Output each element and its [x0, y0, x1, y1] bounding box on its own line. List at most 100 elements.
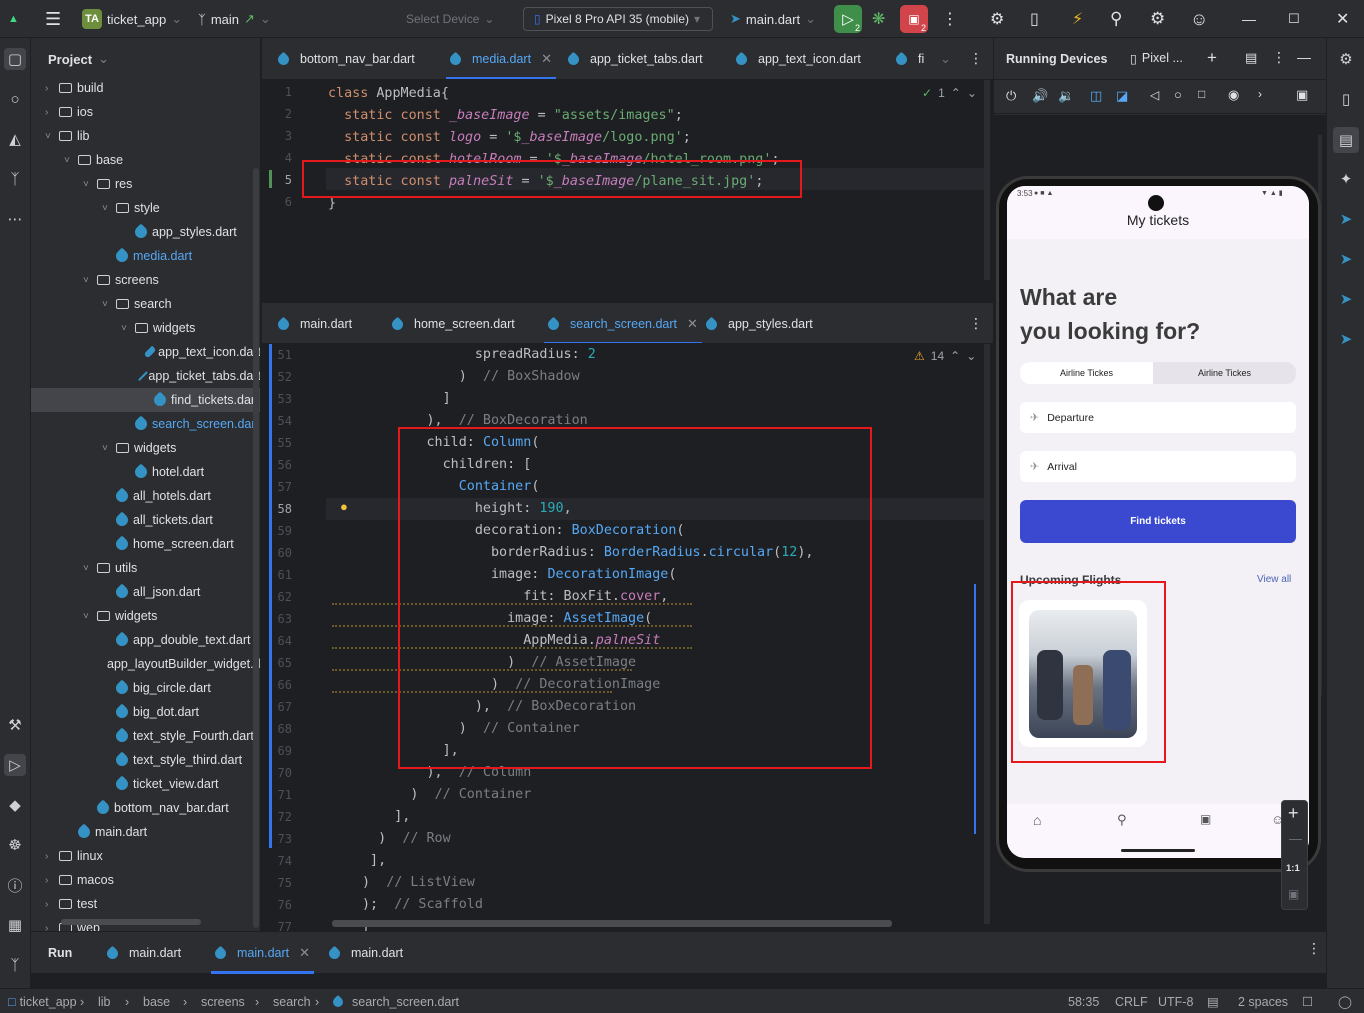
tree-folder[interactable]: ˅ widgets [31, 604, 260, 628]
pull-requests-icon[interactable]: ᛉ [4, 168, 26, 190]
tree-scrollbar[interactable] [253, 168, 259, 928]
home-icon[interactable]: ○ [1174, 87, 1182, 102]
tree-file[interactable]: all_hotels.dart [31, 484, 260, 508]
tree-hscrollbar[interactable] [61, 919, 201, 925]
chevron-down-icon[interactable]: ˅ [83, 563, 97, 574]
chevron-down-icon[interactable]: ˅ [102, 299, 116, 310]
run-tab[interactable]: main.dart [104, 932, 181, 974]
more-tools-icon[interactable]: ⋯ [4, 208, 26, 230]
rotate-left-icon[interactable]: ◫ [1090, 88, 1102, 104]
editor-top-tab[interactable]: app_ticket_tabs.dart [565, 38, 703, 79]
chevron-down-icon[interactable]: ˅ [45, 131, 59, 142]
power-icon[interactable]: ⏻ [1006, 88, 1016, 104]
project-header[interactable]: Project ⌄ [31, 38, 260, 80]
bottom-editor[interactable]: 51 52 53 54 55 56 57 58 59 60 61 62 63 64 65 66 67 68 69 70… [262, 344, 993, 931]
device-dropdown[interactable]: ▯ Pixel 8 Pro API 35 (mobile) ▾ [523, 7, 713, 31]
chevron-right-icon[interactable]: › [45, 83, 59, 94]
hot-reload-icon[interactable]: ⚡ [1072, 0, 1083, 38]
tree-folder[interactable]: › linux [31, 844, 260, 868]
file-encoding[interactable]: UTF-8 [1158, 989, 1193, 1013]
editor-bottom-tab[interactable]: main.dart [275, 303, 352, 343]
stop-button[interactable]: ▣ 2 [900, 5, 928, 33]
editor-bottom-tab[interactable]: home_screen.dart [389, 303, 515, 343]
tree-file[interactable]: hotel.dart [31, 460, 260, 484]
nav-home-icon[interactable]: ⌂ [1033, 812, 1041, 828]
bottom-editor-hscrollbar[interactable] [332, 920, 892, 927]
tree-file[interactable]: app_text_icon.dart [31, 340, 260, 364]
zoom-in-icon[interactable]: + [1288, 803, 1299, 824]
breadcrumb-item[interactable]: lib [98, 989, 111, 1013]
chevron-right-icon[interactable]: › [45, 923, 59, 932]
add-device-icon[interactable]: + [1207, 48, 1217, 68]
select-device-dropdown[interactable]: Select Device ⌄ [406, 0, 494, 38]
view-all-link[interactable]: View all [1257, 574, 1291, 585]
tabs-more-icon[interactable]: ⋮ [969, 315, 983, 332]
chevron-right-icon[interactable]: › [45, 875, 59, 886]
chevron-down-icon[interactable]: ˅ [83, 275, 97, 286]
editor-top-tab[interactable]: app_text_icon.dart [733, 38, 861, 79]
running-devices-icon[interactable]: ▤ [1333, 127, 1359, 153]
breadcrumb-item[interactable]: □ ticket_app [8, 989, 77, 1013]
bottom-editor-scrollbar[interactable] [984, 344, 990, 924]
flutter-inspector-icon[interactable]: ➤ [1335, 288, 1357, 310]
device-mirror-icon[interactable]: ▯ [1030, 0, 1039, 38]
more-icon[interactable]: ⋮ [942, 0, 958, 38]
project-folder-icon[interactable]: ▢ [4, 48, 26, 70]
close-icon[interactable]: ✕ [1336, 0, 1349, 38]
chevron-down-icon[interactable]: ˅ [83, 179, 97, 190]
run-button[interactable]: ▷ 2 [834, 5, 862, 33]
search-icon[interactable]: ⚲ [1110, 0, 1122, 38]
breadcrumb-item[interactable]: base [143, 989, 170, 1013]
flutter-outline-icon[interactable]: ➤ [1335, 208, 1357, 230]
branch-switcher[interactable]: ᛉ main ↗ ⌄ [198, 0, 271, 38]
volume-down-icon[interactable]: 🔉 [1058, 88, 1074, 104]
zoom-fit-icon[interactable]: ▣ [1288, 887, 1299, 901]
breadcrumb-item[interactable]: screens [201, 989, 245, 1013]
volume-up-icon[interactable]: 🔊 [1032, 88, 1048, 104]
logcat-icon[interactable]: ☸ [4, 834, 26, 856]
zoom-actual-size[interactable]: 1:1 [1286, 863, 1300, 874]
run-tool-icon[interactable]: ▷ [4, 754, 26, 776]
tree-folder[interactable]: › macos [31, 868, 260, 892]
tree-file[interactable]: app_double_text.dart [31, 628, 260, 652]
hide-panel-icon[interactable]: — [1297, 49, 1311, 65]
gemini-icon[interactable]: ✦ [1335, 168, 1357, 190]
arrival-field[interactable]: ✈ Arrival [1020, 451, 1296, 482]
tree-file[interactable]: app_styles.dart [31, 220, 260, 244]
chevron-down-icon[interactable]: ˅ [121, 323, 135, 334]
breadcrumb-item[interactable]: search_screen.dart [330, 989, 459, 1013]
minimize-icon[interactable]: — [1242, 0, 1256, 38]
maximize-icon[interactable]: ☐ [1288, 0, 1300, 38]
run-tab[interactable]: main.dart ✕ [210, 932, 315, 974]
phone-screen[interactable]: 3:53 ●■▲ ▼▲▮ My tickets What are you loo… [1007, 186, 1309, 858]
tree-folder[interactable]: ˅ widgets [31, 316, 260, 340]
tree-file[interactable]: all_json.dart [31, 580, 260, 604]
flutter-performance-icon[interactable]: ➤ [1335, 248, 1357, 270]
tree-file[interactable]: find_tickets.dart [31, 388, 260, 412]
overview-icon[interactable]: □ [1198, 87, 1205, 101]
tree-file[interactable]: big_circle.dart [31, 676, 260, 700]
tree-file[interactable]: big_dot.dart [31, 700, 260, 724]
chevron-down-icon[interactable]: ˅ [64, 155, 78, 166]
tree-folder[interactable]: › test [31, 892, 260, 916]
run-more-icon[interactable]: ⋮ [1307, 940, 1321, 957]
main-menu-icon[interactable]: ☰ [45, 0, 61, 38]
editor-top-tab[interactable]: fi [893, 38, 924, 79]
tree-file[interactable]: text_style_third.dart [31, 748, 260, 772]
tree-folder[interactable]: › build [31, 76, 260, 100]
tree-file[interactable]: home_screen.dart [31, 532, 260, 556]
memory-icon[interactable]: ◯ [1338, 989, 1352, 1013]
commit-icon[interactable]: ○ [4, 88, 26, 110]
problems-icon[interactable]: ⓘ [4, 874, 26, 896]
top-editor[interactable]: 123456 ✓ 1 ⌃ ⌄ class AppMedia{ static co… [262, 80, 993, 300]
rotate-right-icon[interactable]: ◪ [1116, 88, 1128, 104]
tree-folder[interactable]: › ios [31, 100, 260, 124]
chevron-right-icon[interactable]: › [45, 899, 59, 910]
departure-field[interactable]: ✈ Departure [1020, 402, 1296, 433]
tree-folder[interactable]: ˅ base [31, 148, 260, 172]
nav-search-icon[interactable]: ⚲ [1117, 812, 1127, 828]
tree-file[interactable]: media.dart [31, 244, 260, 268]
find-tickets-button[interactable]: Find tickets [1020, 500, 1296, 543]
run-config-dropdown[interactable]: ➤ main.dart ⌄ [730, 0, 816, 38]
project-switcher[interactable]: TA ticket_app ⌄ [82, 0, 182, 38]
